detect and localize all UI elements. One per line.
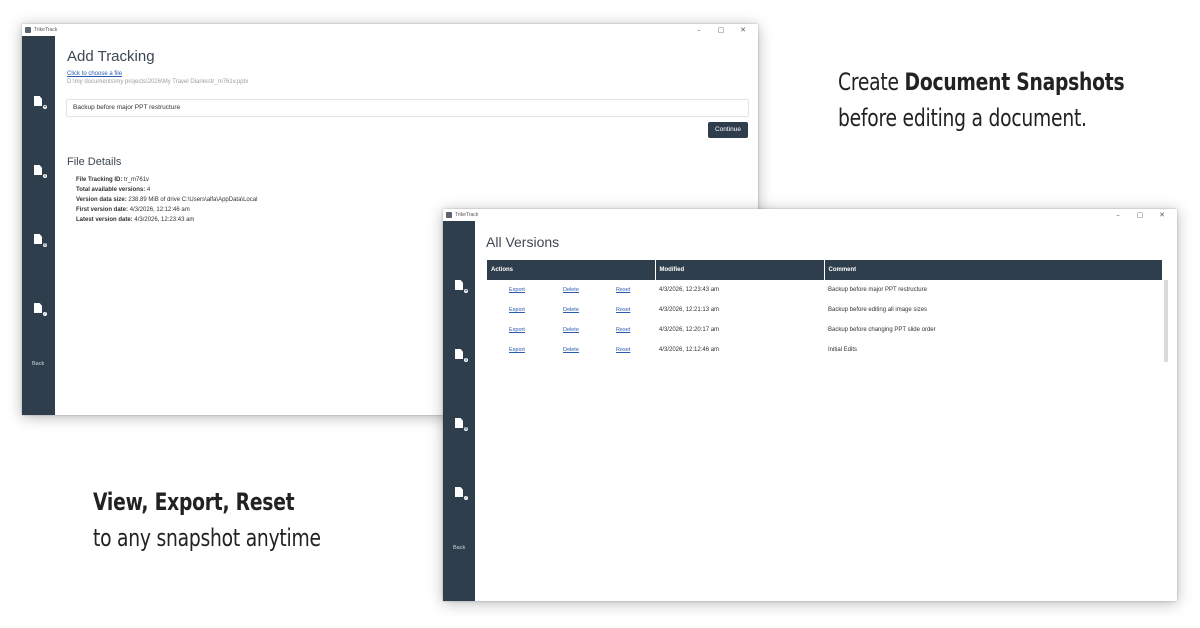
settings-doc-icon: [34, 234, 42, 244]
detail-latest-date: Latest version date: 4/3/2026, 12:23:43 …: [76, 217, 195, 223]
add-tracking-nav-button[interactable]: +: [451, 277, 469, 294]
reset-link[interactable]: Reset: [616, 327, 630, 333]
reset-link[interactable]: Reset: [616, 307, 630, 313]
check-badge-icon: ✓: [42, 311, 48, 317]
export-link[interactable]: Export: [509, 327, 563, 333]
file-info-nav-button[interactable]: i: [451, 346, 469, 363]
versions-nav-button[interactable]: ✓: [451, 484, 469, 501]
minimize-button[interactable]: –: [1107, 210, 1129, 220]
minimize-button[interactable]: –: [688, 25, 710, 35]
caption-snapshots: Create Document Snapshots before editing…: [838, 64, 1125, 136]
title-bar[interactable]: TrikeTrack – ▢ ✕: [22, 24, 758, 36]
table-row: Export Delete Reset 4/3/2026, 12:20:17 am Ba…: [487, 320, 1163, 340]
caption-snapshots-line2: before editing a document.: [838, 104, 1087, 132]
row-actions: Export Delete Reset: [487, 340, 655, 360]
maximize-button[interactable]: ▢: [710, 25, 732, 35]
add-doc-icon: [34, 96, 42, 106]
file-path: D:\my documents\my projects\2026\My Trav…: [67, 79, 249, 85]
app-icon: [446, 212, 452, 218]
plus-badge-icon: +: [42, 104, 48, 110]
row-actions: Export Delete Reset: [487, 280, 655, 300]
page-title: Add Tracking: [67, 48, 155, 65]
reset-link[interactable]: Reset: [616, 347, 630, 353]
table-row: Export Delete Reset 4/3/2026, 12:23:43 am Ba…: [487, 280, 1163, 300]
file-info-nav-button[interactable]: i: [30, 162, 48, 179]
detail-data-size: Version data size: 238.89 MiB of drive C…: [76, 197, 258, 203]
table-row: Export Delete Reset 4/3/2026, 12:12:46 am In…: [487, 340, 1163, 360]
all-versions-window: TrikeTrack – ▢ ✕ + i ⚙ ✓ Back All Versio…: [443, 209, 1177, 601]
info-doc-icon: [34, 165, 42, 175]
row-modified: 4/3/2026, 12:23:43 am: [659, 287, 720, 293]
check-badge-icon: ✓: [463, 495, 469, 501]
row-actions: Export Delete Reset: [487, 300, 655, 320]
settings-doc-icon: [455, 418, 463, 428]
info-doc-icon: [455, 349, 463, 359]
settings-nav-button[interactable]: ⚙: [30, 231, 48, 248]
column-header-actions: Actions: [487, 260, 656, 280]
gear-badge-icon: ⚙: [42, 242, 48, 248]
back-button[interactable]: Back: [32, 361, 44, 367]
row-modified: 4/3/2026, 12:20:17 am: [659, 327, 720, 333]
delete-link[interactable]: Delete: [563, 327, 616, 333]
table-scrollbar[interactable]: [1164, 280, 1168, 362]
info-badge-icon: i: [463, 357, 469, 363]
maximize-button[interactable]: ▢: [1129, 210, 1151, 220]
row-actions: Export Delete Reset: [487, 320, 655, 340]
gear-badge-icon: ⚙: [463, 426, 469, 432]
add-doc-icon: [455, 280, 463, 290]
versions-table: Actions Modified Comment Export Delete Res…: [487, 260, 1163, 360]
info-badge-icon: i: [42, 173, 48, 179]
sidebar: + i ⚙ ✓ Back: [443, 221, 475, 601]
comment-input[interactable]: Backup before major PPT restructure: [66, 99, 749, 117]
check-doc-icon: [34, 303, 42, 313]
caption-actions: View, Export, Reset to any snapshot anyt…: [93, 484, 321, 556]
export-link[interactable]: Export: [509, 287, 563, 293]
reset-link[interactable]: Reset: [616, 287, 630, 293]
continue-button[interactable]: Continue: [708, 122, 748, 138]
back-button[interactable]: Back: [453, 545, 465, 551]
column-header-modified: Modified: [655, 260, 825, 280]
settings-nav-button[interactable]: ⚙: [451, 415, 469, 432]
file-details-list: File Tracking ID: tr_m761v Total availab…: [76, 175, 257, 225]
close-button[interactable]: ✕: [1151, 210, 1173, 220]
check-doc-icon: [455, 487, 463, 497]
caption-snapshots-bold: Document Snapshots: [904, 68, 1125, 96]
versions-nav-button[interactable]: ✓: [30, 300, 48, 317]
delete-link[interactable]: Delete: [563, 347, 616, 353]
column-header-comment: Comment: [824, 260, 1163, 280]
title-bar[interactable]: TrikeTrack – ▢ ✕: [443, 209, 1177, 221]
detail-total-versions: Total available versions: 4: [76, 187, 151, 193]
row-modified: 4/3/2026, 12:12:46 am: [659, 347, 720, 353]
plus-badge-icon: +: [463, 288, 469, 294]
detail-tracking-id: File Tracking ID: tr_m761v: [76, 177, 150, 183]
app-icon: [25, 27, 31, 33]
window-title: TrikeTrack: [455, 212, 479, 218]
window-title: TrikeTrack: [34, 27, 58, 33]
caption-snapshots-prefix: Create: [838, 68, 905, 96]
sidebar: + i ⚙ ✓ Back: [22, 36, 55, 415]
choose-file-link[interactable]: Click to choose a file: [67, 71, 122, 77]
add-tracking-nav-button[interactable]: +: [30, 93, 48, 110]
detail-first-date: First version date: 4/3/2026, 12:12:46 a…: [76, 207, 190, 213]
table-row: Export Delete Reset 4/3/2026, 12:21:13 am Ba…: [487, 300, 1163, 320]
delete-link[interactable]: Delete: [563, 307, 616, 313]
page-title: All Versions: [486, 234, 560, 250]
caption-actions-bold: View, Export, Reset: [93, 488, 295, 516]
row-comment: Initial Edits: [828, 347, 858, 353]
row-modified: 4/3/2026, 12:21:13 am: [659, 307, 720, 313]
close-button[interactable]: ✕: [732, 25, 754, 35]
delete-link[interactable]: Delete: [563, 287, 616, 293]
caption-actions-line2: to any snapshot anytime: [93, 524, 321, 552]
export-link[interactable]: Export: [509, 307, 563, 313]
file-details-heading: File Details: [67, 156, 122, 168]
row-comment: Backup before editing all image sizes: [828, 307, 928, 313]
row-comment: Backup before major PPT restructure: [828, 287, 927, 293]
row-comment: Backup before changing PPT slide order: [828, 327, 936, 333]
main-panel: All Versions Actions Modified Comment Ex…: [475, 221, 1177, 601]
export-link[interactable]: Export: [509, 347, 563, 353]
